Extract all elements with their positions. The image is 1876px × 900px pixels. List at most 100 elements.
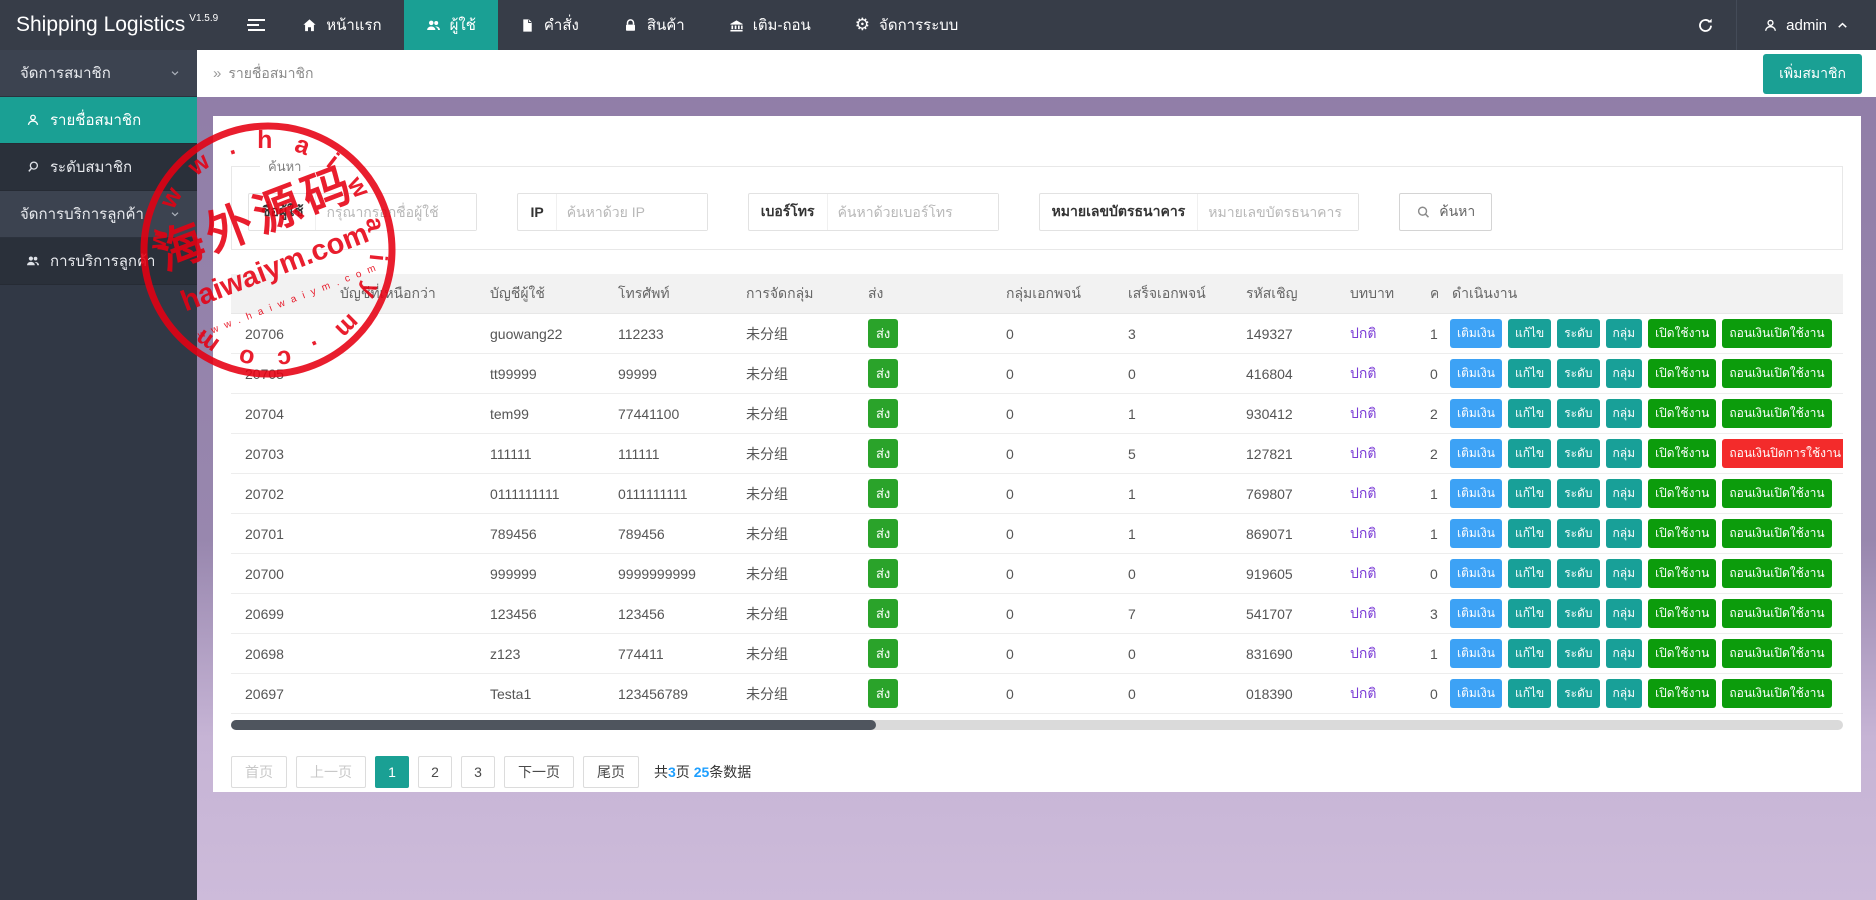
- enable-button[interactable]: เปิดใช้งาน: [1648, 519, 1717, 548]
- group-button[interactable]: กลุ่ม: [1605, 639, 1643, 668]
- deposit-button[interactable]: เติมเงิน: [1450, 559, 1502, 588]
- level-button[interactable]: ระดับ: [1557, 559, 1600, 588]
- edit-button[interactable]: แก้ไข: [1507, 559, 1552, 588]
- send-button[interactable]: ส่ง: [868, 679, 899, 708]
- nav-item-home[interactable]: หน้าแรก: [280, 0, 403, 50]
- deposit-button[interactable]: เติมเงิน: [1450, 599, 1502, 628]
- deposit-button[interactable]: เติมเงิน: [1450, 319, 1502, 348]
- withdraw-toggle-button[interactable]: ถอนเงินเปิดใช้งาน: [1722, 479, 1832, 508]
- enable-button[interactable]: เปิดใช้งาน: [1648, 359, 1717, 388]
- nav-item-users[interactable]: ผู้ใช้: [403, 0, 498, 50]
- page-button-2[interactable]: 2: [418, 756, 452, 788]
- menu-toggle-icon[interactable]: [232, 0, 280, 50]
- group-button[interactable]: กลุ่ม: [1605, 359, 1643, 388]
- sidebar-item-member-level[interactable]: ระดับสมาชิก: [0, 144, 197, 191]
- edit-button[interactable]: แก้ไข: [1507, 359, 1552, 388]
- enable-button[interactable]: เปิดใช้งาน: [1648, 319, 1717, 348]
- nav-item-system[interactable]: ⚙ จัดการระบบ: [833, 0, 981, 50]
- level-button[interactable]: ระดับ: [1557, 519, 1600, 548]
- edit-button[interactable]: แก้ไข: [1507, 599, 1552, 628]
- enable-button[interactable]: เปิดใช้งาน: [1648, 679, 1717, 708]
- deposit-button[interactable]: เติมเงิน: [1450, 359, 1502, 388]
- sidebar-section-member-management[interactable]: จัดการสมาชิก: [0, 50, 197, 97]
- edit-button[interactable]: แก้ไข: [1507, 639, 1552, 668]
- deposit-button[interactable]: เติมเงิน: [1450, 439, 1502, 468]
- scrollbar-thumb[interactable]: [231, 720, 876, 730]
- withdraw-toggle-button[interactable]: ถอนเงินเปิดใช้งาน: [1722, 639, 1832, 668]
- edit-button[interactable]: แก้ไข: [1507, 439, 1552, 468]
- last-page-button[interactable]: 尾页: [583, 756, 639, 788]
- group-button[interactable]: กลุ่ม: [1605, 319, 1643, 348]
- withdraw-toggle-button[interactable]: ถอนเงินเปิดใช้งาน: [1722, 359, 1832, 388]
- edit-button[interactable]: แก้ไข: [1507, 519, 1552, 548]
- role-cell: ปกติ: [1336, 474, 1416, 514]
- withdraw-toggle-button[interactable]: ถอนเงินเปิดใช้งาน: [1722, 599, 1832, 628]
- send-button[interactable]: ส่ง: [868, 399, 899, 428]
- enable-button[interactable]: เปิดใช้งาน: [1648, 599, 1717, 628]
- level-button[interactable]: ระดับ: [1557, 479, 1600, 508]
- send-button[interactable]: ส่ง: [868, 559, 899, 588]
- deposit-button[interactable]: เติมเงิน: [1450, 519, 1502, 548]
- send-button[interactable]: ส่ง: [868, 439, 899, 468]
- level-button[interactable]: ระดับ: [1557, 359, 1600, 388]
- group-button[interactable]: กลุ่ม: [1605, 519, 1643, 548]
- send-button[interactable]: ส่ง: [868, 359, 899, 388]
- enable-button[interactable]: เปิดใช้งาน: [1648, 639, 1717, 668]
- edit-button[interactable]: แก้ไข: [1507, 679, 1552, 708]
- nav-item-orders[interactable]: คำสั่ง: [498, 0, 601, 50]
- level-button[interactable]: ระดับ: [1557, 599, 1600, 628]
- invite-code-cell: 930412: [1232, 394, 1336, 434]
- page-button-3[interactable]: 3: [461, 756, 495, 788]
- enable-button[interactable]: เปิดใช้งาน: [1648, 559, 1717, 588]
- withdraw-toggle-button[interactable]: ถอนเงินปิดการใช้งาน: [1722, 439, 1843, 468]
- level-button[interactable]: ระดับ: [1557, 399, 1600, 428]
- deposit-button[interactable]: เติมเงิน: [1450, 679, 1502, 708]
- group-button[interactable]: กลุ่ม: [1605, 439, 1643, 468]
- send-button[interactable]: ส่ง: [868, 319, 899, 348]
- send-button[interactable]: ส่ง: [868, 519, 899, 548]
- sidebar-item-member-list[interactable]: รายชื่อสมาชิก: [0, 97, 197, 144]
- username-input[interactable]: [316, 194, 477, 230]
- level-button[interactable]: ระดับ: [1557, 679, 1600, 708]
- add-member-button[interactable]: เพิ่มสมาชิก: [1763, 53, 1862, 94]
- refresh-icon[interactable]: [1674, 0, 1736, 50]
- edit-button[interactable]: แก้ไข: [1507, 399, 1552, 428]
- deposit-button[interactable]: เติมเงิน: [1450, 639, 1502, 668]
- prev-page-button[interactable]: 上一页: [296, 756, 366, 788]
- group-button[interactable]: กลุ่ม: [1605, 679, 1643, 708]
- edit-button[interactable]: แก้ไข: [1507, 479, 1552, 508]
- search-button[interactable]: ค้นหา: [1399, 193, 1493, 231]
- send-button[interactable]: ส่ง: [868, 639, 899, 668]
- withdraw-toggle-button[interactable]: ถอนเงินเปิดใช้งาน: [1722, 519, 1832, 548]
- send-button[interactable]: ส่ง: [868, 479, 899, 508]
- ip-input[interactable]: [556, 194, 707, 230]
- deposit-button[interactable]: เติมเงิน: [1450, 479, 1502, 508]
- sidebar-item-customer-service[interactable]: การบริการลูกค้า: [0, 238, 197, 285]
- phone-input[interactable]: [827, 194, 998, 230]
- withdraw-toggle-button[interactable]: ถอนเงินเปิดใช้งาน: [1722, 399, 1832, 428]
- group-button[interactable]: กลุ่ม: [1605, 479, 1643, 508]
- first-page-button[interactable]: 首页: [231, 756, 287, 788]
- admin-user-menu[interactable]: admin: [1736, 0, 1876, 50]
- nav-item-deposit-withdraw[interactable]: เติม-ถอน: [707, 0, 833, 50]
- next-page-button[interactable]: 下一页: [504, 756, 574, 788]
- withdraw-toggle-button[interactable]: ถอนเงินเปิดใช้งาน: [1722, 319, 1832, 348]
- withdraw-toggle-button[interactable]: ถอนเงินเปิดใช้งาน: [1722, 559, 1832, 588]
- group-button[interactable]: กลุ่ม: [1605, 559, 1643, 588]
- page-button-1[interactable]: 1: [375, 756, 409, 788]
- enable-button[interactable]: เปิดใช้งาน: [1648, 439, 1717, 468]
- level-button[interactable]: ระดับ: [1557, 639, 1600, 668]
- level-button[interactable]: ระดับ: [1557, 439, 1600, 468]
- bank-card-input[interactable]: [1198, 194, 1359, 230]
- enable-button[interactable]: เปิดใช้งาน: [1648, 399, 1717, 428]
- enable-button[interactable]: เปิดใช้งาน: [1648, 479, 1717, 508]
- send-button[interactable]: ส่ง: [868, 599, 899, 628]
- withdraw-toggle-button[interactable]: ถอนเงินเปิดใช้งาน: [1722, 679, 1832, 708]
- sidebar-section-customer-service-management[interactable]: จัดการบริการลูกค้า: [0, 191, 197, 238]
- edit-button[interactable]: แก้ไข: [1507, 319, 1552, 348]
- group-button[interactable]: กลุ่ม: [1605, 399, 1643, 428]
- group-button[interactable]: กลุ่ม: [1605, 599, 1643, 628]
- nav-item-products[interactable]: สินค้า: [601, 0, 707, 50]
- level-button[interactable]: ระดับ: [1557, 319, 1600, 348]
- deposit-button[interactable]: เติมเงิน: [1450, 399, 1502, 428]
